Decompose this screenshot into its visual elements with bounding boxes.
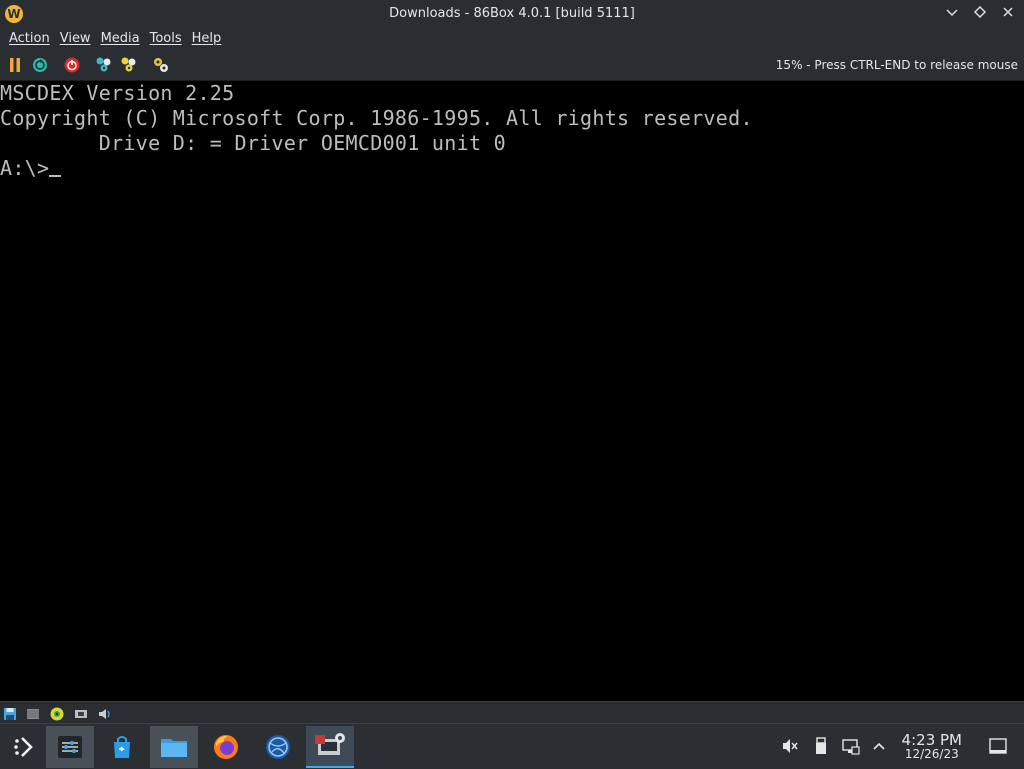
file-manager-icon[interactable] [150,726,198,768]
86box-icon[interactable] [306,726,354,768]
usb-drive-icon[interactable] [812,737,830,755]
title-bar: W Downloads - 86Box 4.0.1 [build 5111] [0,0,1024,28]
hard-disk-icon[interactable] [26,706,40,720]
window-title: Downloads - 86Box 4.0.1 [build 5111] [389,6,635,21]
minimize-icon[interactable] [944,5,960,23]
clock[interactable]: 4:23 PM 12/26/23 [902,732,962,761]
network-status-icon[interactable] [842,737,860,755]
mouse-capture-status: 15% - Press CTRL-END to release mouse [775,58,1018,72]
power-icon[interactable] [63,56,81,74]
text-cursor [49,175,62,177]
menu-tools[interactable]: Tools [145,28,187,51]
console-line-1: MSCDEX Version 2.25 [0,81,235,105]
expand-tray-icon[interactable] [870,737,888,755]
menu-view[interactable]: View [55,28,96,51]
close-icon[interactable] [1000,5,1016,23]
discover-store-icon[interactable] [98,726,146,768]
maximize-icon[interactable] [972,5,988,23]
ctrl-alt-del-icon[interactable] [95,56,113,74]
cdrom-icon[interactable] [50,706,64,721]
clock-date: 12/26/23 [904,747,959,761]
pause-icon[interactable] [6,56,24,74]
ctrl-alt-esc-icon[interactable] [120,56,138,74]
firefox-icon[interactable] [202,726,250,768]
menu-media[interactable]: Media [96,28,145,51]
browser-globe-icon[interactable] [254,726,302,768]
system-settings-icon[interactable] [46,726,94,768]
toolbar: 15% - Press CTRL-END to release mouse [0,51,1024,81]
settings-icon[interactable] [152,56,170,74]
sound-icon[interactable] [98,706,112,720]
menu-action[interactable]: Action [4,28,55,51]
console-line-3: Drive D: = Driver OEMCD001 unit 0 [0,131,506,155]
console-line-2: Copyright (C) Microsoft Corp. 1986-1995.… [0,106,753,130]
network-icon[interactable] [74,706,88,720]
volume-muted-icon[interactable] [781,737,799,755]
show-desktop-icon[interactable] [989,737,1007,755]
taskbar: 4:23 PM 12/26/23 [0,723,1024,769]
reset-icon[interactable] [31,56,49,74]
status-bar [0,701,1024,724]
menu-help[interactable]: Help [187,28,227,51]
console-prompt-line: A:\> [0,156,1024,181]
emulator-screen[interactable]: MSCDEX Version 2.25 Copyright (C) Microso… [0,81,1024,701]
clock-time: 4:23 PM [901,731,962,749]
floppy-icon[interactable] [3,706,17,720]
launcher-icon[interactable] [0,726,48,768]
console-prompt: A:\> [0,156,50,180]
menu-bar: Action View Media Tools Help [0,28,1024,51]
